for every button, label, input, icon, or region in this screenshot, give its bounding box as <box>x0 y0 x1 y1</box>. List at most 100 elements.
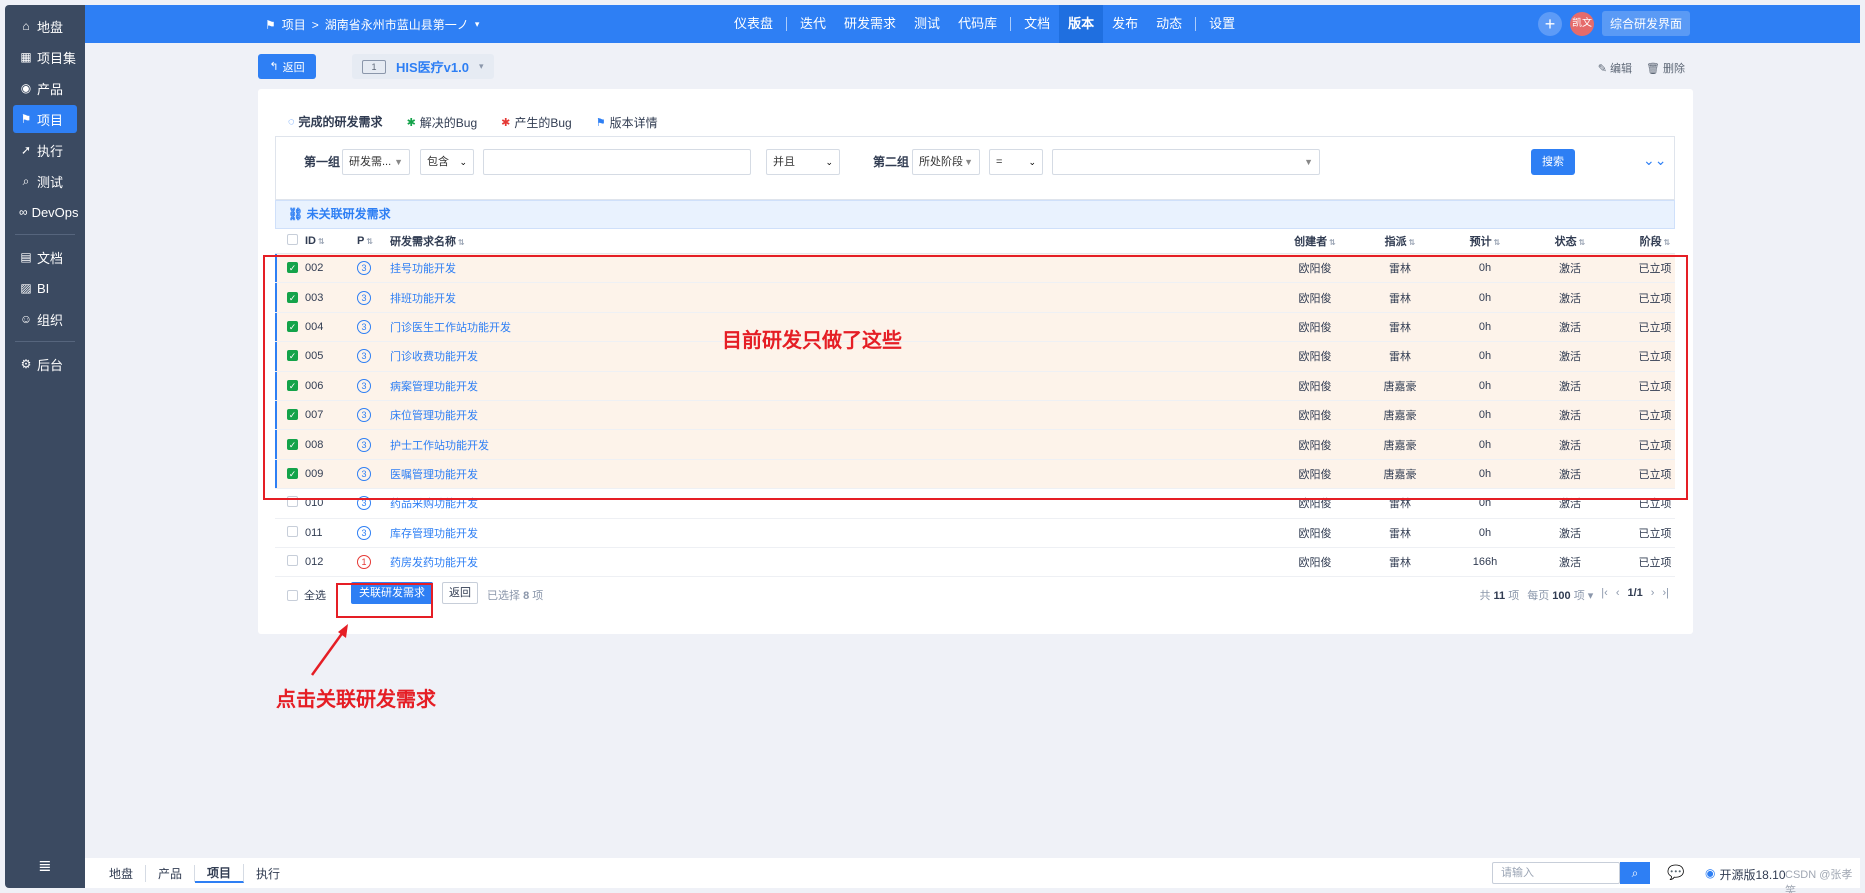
breadcrumb-project[interactable]: 湖南省永州市蓝山县第一ノ <box>325 16 469 33</box>
col-id[interactable]: ID ⇅ <box>305 235 325 247</box>
group2-value-select[interactable]: ▼ <box>1052 149 1320 175</box>
first-page-icon[interactable]: |‹ <box>1601 587 1608 603</box>
sidebar-item-label: 产品 <box>37 81 64 97</box>
col-name[interactable]: 研发需求名称 ⇅ <box>390 233 465 249</box>
col-stage-label: 阶段 <box>1639 236 1662 248</box>
nav-settings[interactable]: 设置 <box>1200 5 1244 43</box>
chevron-down-icon: ▼ <box>394 157 403 167</box>
col-assign[interactable]: 指派 ⇅ <box>1355 233 1445 249</box>
edit-button[interactable]: ✎ 编辑 <box>1598 60 1632 76</box>
nav-dynamic[interactable]: 动态 <box>1147 5 1191 43</box>
bottom-bar: 地盘 产品 项目 执行 请输入 ⌕ 💬 ◉ 开源版18.10 CSDN @张孝笑 <box>85 858 1860 893</box>
group1-operator-select[interactable]: 包含 ⌄ <box>420 149 474 175</box>
col-estimate-label: 预计 <box>1469 236 1492 248</box>
col-priority[interactable]: P ⇅ <box>357 235 373 247</box>
logic-select[interactable]: 并且 ⌄ <box>766 149 840 175</box>
nav-dashboard[interactable]: 仪表盘 <box>725 5 782 43</box>
chevron-down-icon: ▾ <box>478 61 484 71</box>
unlinked-stories-header: ⛓ 未关联研发需求 <box>275 200 1675 229</box>
sidebar-item-org[interactable]: ☺ 组织 <box>13 305 77 333</box>
chat-ai-icon[interactable]: 💬 <box>1667 864 1684 881</box>
menu-icon[interactable]: ≣ <box>5 856 85 876</box>
search-icon: ⌕ <box>22 173 30 188</box>
sidebar-item-label: 执行 <box>37 143 64 159</box>
bottom-nav-dashboard[interactable]: 地盘 <box>97 864 147 882</box>
sidebar-item-label: 项目集 <box>37 50 77 66</box>
col-creator[interactable]: 创建者 ⇅ <box>1275 233 1355 249</box>
annotation-done-note: 目前研发只做了这些 <box>722 330 902 352</box>
sidebar-item-test[interactable]: ⌕ 测试 <box>13 167 77 195</box>
tab-label: 版本详情 <box>609 116 658 130</box>
nav-story[interactable]: 研发需求 <box>835 5 905 43</box>
create-plus-button[interactable]: + <box>1537 11 1562 36</box>
sidebar-item-program[interactable]: ▦ 项目集 <box>13 43 77 71</box>
group2-operator-select[interactable]: = ⌄ <box>989 149 1043 175</box>
sidebar-item-dashboard[interactable]: ⌂ 地盘 <box>13 12 77 40</box>
expand-double-chevron-icon[interactable]: ⌄⌄ <box>1643 152 1666 169</box>
unlinked-stories-title: 未关联研发需求 <box>306 207 391 221</box>
edit-icon: ✎ <box>1597 63 1607 75</box>
nav-build[interactable]: 版本 <box>1059 5 1104 43</box>
col-assign-label: 指派 <box>1384 236 1407 248</box>
row-checkbox[interactable] <box>287 525 298 540</box>
bottom-nav-product[interactable]: 产品 <box>146 864 196 882</box>
sort-icon: ⇅ <box>1578 238 1586 247</box>
select-all-checkbox[interactable]: 全选 <box>287 587 326 603</box>
group2-field-select[interactable]: 所处阶段 ▼ <box>912 149 980 175</box>
annotation-arrow <box>310 624 348 676</box>
selected-prefix: 已选择 <box>487 590 520 602</box>
search-icon[interactable]: ⌕ <box>1620 862 1650 884</box>
last-page-icon[interactable]: ›| <box>1662 587 1669 603</box>
sidebar-item-doc[interactable]: ▤ 文档 <box>13 243 77 271</box>
people-icon: ☺ <box>19 312 33 326</box>
per-page-suffix: 项 <box>1573 590 1585 602</box>
breadcrumb: ⚑ 项目 > 湖南省永州市蓝山县第一ノ ▾ <box>265 16 479 33</box>
bottom-nav-execution[interactable]: 执行 <box>244 865 292 882</box>
search-button[interactable]: 搜索 <box>1531 149 1575 175</box>
per-page-select[interactable]: 每页 100 项 ▾ <box>1527 587 1593 603</box>
col-status[interactable]: 状态 ⇅ <box>1530 233 1610 249</box>
group1-field-select[interactable]: 研发需... ▼ <box>342 149 410 175</box>
avatar[interactable]: 凯文 <box>1569 11 1594 36</box>
annotation-click-note: 点击关联研发需求 <box>276 689 436 711</box>
nav-iteration[interactable]: 迭代 <box>791 5 835 43</box>
group1-value-input[interactable] <box>483 149 751 175</box>
nav-release[interactable]: 发布 <box>1103 5 1147 43</box>
col-stage[interactable]: 阶段 ⇅ <box>1615 233 1695 249</box>
row-creator: 欧阳俊 <box>1298 527 1332 540</box>
delete-button[interactable]: 🗑 删除 <box>1646 60 1685 76</box>
row-checkbox[interactable] <box>287 555 298 569</box>
nav-repo[interactable]: 代码库 <box>949 5 1006 43</box>
row-story-link[interactable]: 库存管理功能开发 <box>390 525 478 541</box>
breadcrumb-root[interactable]: 项目 <box>282 16 306 33</box>
sidebar-item-project[interactable]: ⚑ 项目 <box>13 105 77 133</box>
bottom-search-input[interactable]: 请输入 <box>1492 862 1620 884</box>
sidebar-item-bi[interactable]: ▨ BI <box>13 274 77 302</box>
header-checkbox[interactable] <box>287 234 298 248</box>
mode-switch-button[interactable]: 综合研发界面 <box>1601 11 1690 36</box>
version-switcher[interactable]: 1 HIS医疗v1.0 ▾ <box>352 54 494 79</box>
nav-doc[interactable]: 文档 <box>1015 5 1059 43</box>
bottom-nav-project[interactable]: 项目 <box>195 863 245 883</box>
next-page-icon[interactable]: › <box>1651 587 1655 603</box>
sidebar-item-execution[interactable]: ➚ 执行 <box>13 136 77 164</box>
table-row[interactable]: 011 3 库存管理功能开发 欧阳俊 雷林 0h 激活 已立项 <box>275 519 1675 548</box>
nav-test[interactable]: 测试 <box>905 5 949 43</box>
grid-icon: ▦ <box>20 50 32 64</box>
col-priority-label: P <box>357 235 365 247</box>
row-id: 012 <box>305 556 324 569</box>
sidebar-item-label: 文档 <box>37 250 64 266</box>
sidebar-item-product[interactable]: ◉ 产品 <box>13 74 77 102</box>
footer-back-button[interactable]: 返回 <box>442 582 478 604</box>
selected-count-text: 已选择 8 项 <box>487 587 543 603</box>
table-row[interactable]: 012 1 药房发药功能开发 欧阳俊 雷林 166h 激活 已立项 <box>275 548 1675 578</box>
back-button[interactable]: ↰ 返回 <box>258 54 316 79</box>
sidebar-item-admin[interactable]: ⚙ 后台 <box>13 350 77 378</box>
nav-divider <box>1195 17 1197 31</box>
row-status: 激活 <box>1559 557 1581 570</box>
col-estimate[interactable]: 预计 ⇅ <box>1445 233 1525 249</box>
prev-page-icon[interactable]: ‹ <box>1616 587 1620 603</box>
sidebar-item-devops[interactable]: ∞ DevOps <box>13 198 79 226</box>
row-story-link[interactable]: 药房发药功能开发 <box>390 554 478 570</box>
version-number-badge: 1 <box>362 59 386 74</box>
